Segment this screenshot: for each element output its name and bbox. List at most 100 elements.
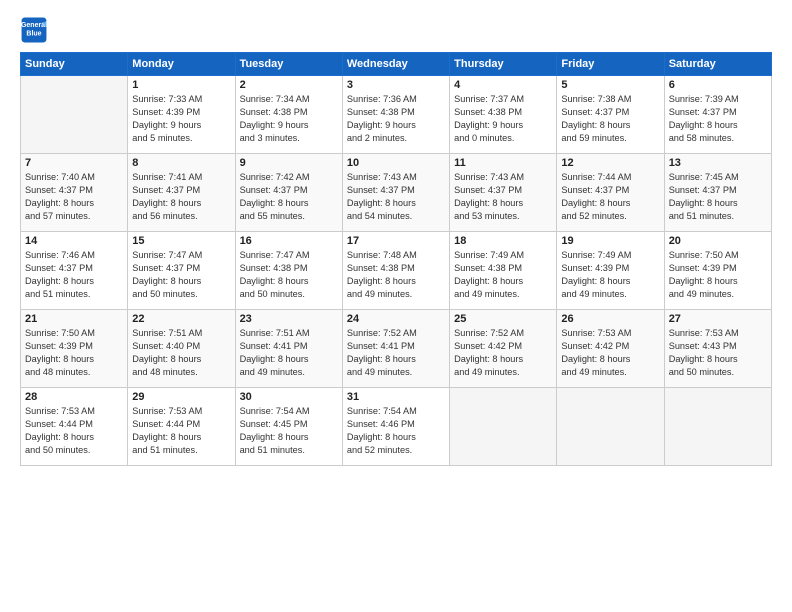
- day-info: Sunrise: 7:47 AM Sunset: 4:37 PM Dayligh…: [132, 249, 230, 301]
- weekday-header: Tuesday: [235, 53, 342, 76]
- day-number: 9: [240, 157, 338, 169]
- day-info: Sunrise: 7:54 AM Sunset: 4:45 PM Dayligh…: [240, 405, 338, 457]
- calendar-cell: 16 Sunrise: 7:47 AM Sunset: 4:38 PM Dayli…: [235, 232, 342, 310]
- calendar-cell: 24 Sunrise: 7:52 AM Sunset: 4:41 PM Dayli…: [342, 310, 449, 388]
- day-number: 31: [347, 391, 445, 403]
- day-number: 12: [561, 157, 659, 169]
- svg-text:Blue: Blue: [26, 30, 41, 37]
- calendar-cell: 12 Sunrise: 7:44 AM Sunset: 4:37 PM Dayli…: [557, 154, 664, 232]
- weekday-row: SundayMondayTuesdayWednesdayThursdayFrid…: [21, 53, 772, 76]
- day-info: Sunrise: 7:53 AM Sunset: 4:42 PM Dayligh…: [561, 327, 659, 379]
- day-number: 21: [25, 313, 123, 325]
- calendar-cell: 28Sunrise: 7:53 AM Sunset: 4:44 PM Dayli…: [21, 388, 128, 466]
- day-info: Sunrise: 7:49 AM Sunset: 4:39 PM Dayligh…: [561, 249, 659, 301]
- calendar-cell: 4 Sunrise: 7:37 AM Sunset: 4:38 PM Daylig…: [450, 76, 557, 154]
- day-info: Sunrise: 7:37 AM Sunset: 4:38 PM Dayligh…: [454, 93, 552, 145]
- calendar-cell: 29 Sunrise: 7:53 AM Sunset: 4:44 PM Dayli…: [128, 388, 235, 466]
- weekday-header: Saturday: [664, 53, 771, 76]
- calendar-cell: 19 Sunrise: 7:49 AM Sunset: 4:39 PM Dayli…: [557, 232, 664, 310]
- day-number: 22: [132, 313, 230, 325]
- day-number: 10: [347, 157, 445, 169]
- day-number: 2: [240, 79, 338, 91]
- day-info: Sunrise: 7:43 AM Sunset: 4:37 PM Dayligh…: [454, 171, 552, 223]
- day-number: 27: [669, 313, 767, 325]
- day-number: 15: [132, 235, 230, 247]
- calendar-week-row: 28Sunrise: 7:53 AM Sunset: 4:44 PM Dayli…: [21, 388, 772, 466]
- day-number: 23: [240, 313, 338, 325]
- calendar-cell: 17 Sunrise: 7:48 AM Sunset: 4:38 PM Dayli…: [342, 232, 449, 310]
- day-info: Sunrise: 7:53 AM Sunset: 4:44 PM Dayligh…: [25, 405, 123, 457]
- calendar-cell: 31 Sunrise: 7:54 AM Sunset: 4:46 PM Dayli…: [342, 388, 449, 466]
- day-info: Sunrise: 7:50 AM Sunset: 4:39 PM Dayligh…: [25, 327, 123, 379]
- day-number: 18: [454, 235, 552, 247]
- day-info: Sunrise: 7:45 AM Sunset: 4:37 PM Dayligh…: [669, 171, 767, 223]
- calendar: SundayMondayTuesdayWednesdayThursdayFrid…: [20, 52, 772, 466]
- day-number: 16: [240, 235, 338, 247]
- page: General Blue SundayMondayTuesdayWednesda…: [0, 0, 792, 612]
- day-number: 20: [669, 235, 767, 247]
- weekday-header: Sunday: [21, 53, 128, 76]
- day-info: Sunrise: 7:42 AM Sunset: 4:37 PM Dayligh…: [240, 171, 338, 223]
- day-info: Sunrise: 7:43 AM Sunset: 4:37 PM Dayligh…: [347, 171, 445, 223]
- calendar-cell: 11Sunrise: 7:43 AM Sunset: 4:37 PM Dayli…: [450, 154, 557, 232]
- day-info: Sunrise: 7:38 AM Sunset: 4:37 PM Dayligh…: [561, 93, 659, 145]
- calendar-cell: [664, 388, 771, 466]
- calendar-cell: 13 Sunrise: 7:45 AM Sunset: 4:37 PM Dayli…: [664, 154, 771, 232]
- calendar-cell: 14 Sunrise: 7:46 AM Sunset: 4:37 PM Dayli…: [21, 232, 128, 310]
- day-info: Sunrise: 7:50 AM Sunset: 4:39 PM Dayligh…: [669, 249, 767, 301]
- day-info: Sunrise: 7:36 AM Sunset: 4:38 PM Dayligh…: [347, 93, 445, 145]
- calendar-body: 1Sunrise: 7:33 AM Sunset: 4:39 PM Daylig…: [21, 76, 772, 466]
- day-number: 13: [669, 157, 767, 169]
- calendar-cell: 3 Sunrise: 7:36 AM Sunset: 4:38 PM Daylig…: [342, 76, 449, 154]
- day-number: 17: [347, 235, 445, 247]
- calendar-cell: 6Sunrise: 7:39 AM Sunset: 4:37 PM Daylig…: [664, 76, 771, 154]
- calendar-week-row: 1Sunrise: 7:33 AM Sunset: 4:39 PM Daylig…: [21, 76, 772, 154]
- day-info: Sunrise: 7:52 AM Sunset: 4:41 PM Dayligh…: [347, 327, 445, 379]
- calendar-cell: 2 Sunrise: 7:34 AM Sunset: 4:38 PM Daylig…: [235, 76, 342, 154]
- calendar-cell: 5 Sunrise: 7:38 AM Sunset: 4:37 PM Daylig…: [557, 76, 664, 154]
- day-number: 24: [347, 313, 445, 325]
- calendar-cell: 15 Sunrise: 7:47 AM Sunset: 4:37 PM Dayli…: [128, 232, 235, 310]
- calendar-cell: 23 Sunrise: 7:51 AM Sunset: 4:41 PM Dayli…: [235, 310, 342, 388]
- calendar-week-row: 21 Sunrise: 7:50 AM Sunset: 4:39 PM Dayli…: [21, 310, 772, 388]
- day-info: Sunrise: 7:46 AM Sunset: 4:37 PM Dayligh…: [25, 249, 123, 301]
- calendar-cell: 27Sunrise: 7:53 AM Sunset: 4:43 PM Dayli…: [664, 310, 771, 388]
- calendar-cell: 10 Sunrise: 7:43 AM Sunset: 4:37 PM Dayli…: [342, 154, 449, 232]
- logo: General Blue: [20, 16, 52, 44]
- day-number: 7: [25, 157, 123, 169]
- day-number: 4: [454, 79, 552, 91]
- day-number: 3: [347, 79, 445, 91]
- day-info: Sunrise: 7:47 AM Sunset: 4:38 PM Dayligh…: [240, 249, 338, 301]
- day-info: Sunrise: 7:53 AM Sunset: 4:44 PM Dayligh…: [132, 405, 230, 457]
- weekday-header: Wednesday: [342, 53, 449, 76]
- day-number: 19: [561, 235, 659, 247]
- day-number: 5: [561, 79, 659, 91]
- day-info: Sunrise: 7:51 AM Sunset: 4:41 PM Dayligh…: [240, 327, 338, 379]
- day-info: Sunrise: 7:52 AM Sunset: 4:42 PM Dayligh…: [454, 327, 552, 379]
- calendar-week-row: 7 Sunrise: 7:40 AM Sunset: 4:37 PM Daylig…: [21, 154, 772, 232]
- day-number: 25: [454, 313, 552, 325]
- day-info: Sunrise: 7:48 AM Sunset: 4:38 PM Dayligh…: [347, 249, 445, 301]
- day-info: Sunrise: 7:34 AM Sunset: 4:38 PM Dayligh…: [240, 93, 338, 145]
- calendar-cell: 9 Sunrise: 7:42 AM Sunset: 4:37 PM Daylig…: [235, 154, 342, 232]
- calendar-cell: 30Sunrise: 7:54 AM Sunset: 4:45 PM Dayli…: [235, 388, 342, 466]
- day-info: Sunrise: 7:49 AM Sunset: 4:38 PM Dayligh…: [454, 249, 552, 301]
- calendar-cell: 20 Sunrise: 7:50 AM Sunset: 4:39 PM Dayli…: [664, 232, 771, 310]
- calendar-cell: [21, 76, 128, 154]
- logo-icon: General Blue: [20, 16, 48, 44]
- day-number: 29: [132, 391, 230, 403]
- day-info: Sunrise: 7:40 AM Sunset: 4:37 PM Dayligh…: [25, 171, 123, 223]
- calendar-cell: 8Sunrise: 7:41 AM Sunset: 4:37 PM Daylig…: [128, 154, 235, 232]
- day-info: Sunrise: 7:39 AM Sunset: 4:37 PM Dayligh…: [669, 93, 767, 145]
- day-info: Sunrise: 7:51 AM Sunset: 4:40 PM Dayligh…: [132, 327, 230, 379]
- day-number: 1: [132, 79, 230, 91]
- calendar-cell: 26 Sunrise: 7:53 AM Sunset: 4:42 PM Dayli…: [557, 310, 664, 388]
- calendar-header: SundayMondayTuesdayWednesdayThursdayFrid…: [21, 53, 772, 76]
- header: General Blue: [20, 16, 772, 44]
- day-info: Sunrise: 7:44 AM Sunset: 4:37 PM Dayligh…: [561, 171, 659, 223]
- day-info: Sunrise: 7:41 AM Sunset: 4:37 PM Dayligh…: [132, 171, 230, 223]
- day-number: 14: [25, 235, 123, 247]
- day-number: 26: [561, 313, 659, 325]
- calendar-cell: [557, 388, 664, 466]
- day-info: Sunrise: 7:54 AM Sunset: 4:46 PM Dayligh…: [347, 405, 445, 457]
